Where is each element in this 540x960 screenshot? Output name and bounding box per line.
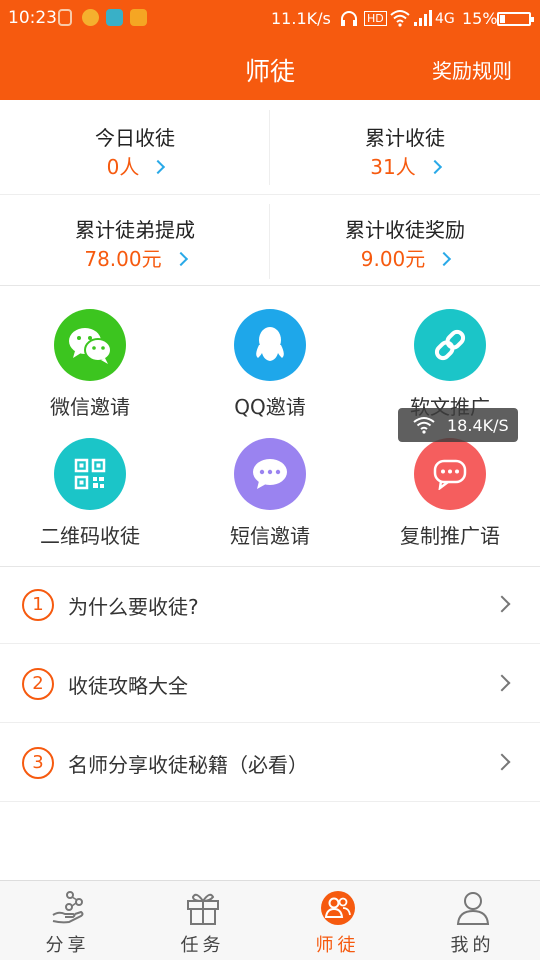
qq-invite-button[interactable]: QQ邀请 bbox=[180, 309, 360, 439]
stat-value: 78.00元 bbox=[84, 247, 162, 271]
sms-invite-button[interactable]: 短信邀请 bbox=[180, 438, 360, 568]
sms-icon bbox=[234, 438, 306, 510]
stat-label: 累计徒弟提成 bbox=[75, 218, 195, 242]
lock-notification-icon bbox=[58, 9, 72, 26]
headphones-icon bbox=[341, 11, 357, 26]
chevron-right-icon bbox=[493, 595, 511, 613]
chevron-right-icon bbox=[437, 251, 452, 267]
floating-speed-widget[interactable]: 18.4K/S bbox=[398, 408, 518, 442]
stat-today-apprentices[interactable]: 今日收徒 0人 bbox=[0, 100, 270, 192]
chat-icon bbox=[414, 438, 486, 510]
network-type: 4G bbox=[435, 11, 455, 27]
stat-total-apprentices[interactable]: 累计收徒 31人 bbox=[270, 100, 540, 192]
people-icon bbox=[321, 891, 355, 925]
grid-label: QQ邀请 bbox=[234, 395, 306, 419]
chevron-right-icon bbox=[493, 674, 511, 692]
tab-label: 我的 bbox=[450, 935, 495, 956]
tab-label: 分享 bbox=[45, 935, 90, 956]
reward-rules-link[interactable]: 奖励规则 bbox=[432, 55, 512, 84]
gift-icon bbox=[187, 893, 219, 925]
list-text: 为什么要收徒? bbox=[68, 595, 199, 619]
grid-label: 微信邀请 bbox=[50, 395, 130, 419]
grid-label: 二维码收徒 bbox=[40, 524, 140, 548]
tab-label: 任务 bbox=[180, 935, 225, 956]
share-hand-icon bbox=[52, 891, 84, 924]
stat-value: 0人 bbox=[106, 155, 140, 179]
app-notification-icon bbox=[82, 9, 99, 26]
tab-mentorship[interactable]: 师徒 bbox=[270, 881, 405, 960]
app-notification-icon-2 bbox=[130, 9, 147, 26]
speed-value: 18.4K/S bbox=[447, 416, 509, 435]
signal-icon bbox=[414, 10, 432, 26]
status-time: 10:23 bbox=[8, 8, 57, 28]
stat-label: 累计收徒 bbox=[365, 126, 445, 150]
stat-total-commission[interactable]: 累计徒弟提成 78.00元 bbox=[0, 192, 270, 284]
list-number: 1 bbox=[22, 589, 54, 621]
wechat-invite-button[interactable]: 微信邀请 bbox=[0, 309, 180, 439]
wifi-icon bbox=[413, 417, 435, 434]
qq-icon bbox=[234, 309, 306, 381]
copy-slogan-button[interactable]: 复制推广语 bbox=[360, 438, 540, 568]
list-item[interactable]: 2 收徒攻略大全 bbox=[0, 645, 540, 723]
battery-icon bbox=[497, 12, 534, 26]
bottom-tab-bar: 分享 任务 师徒 我的 bbox=[0, 880, 540, 960]
wechat-icon bbox=[54, 309, 126, 381]
grid-label: 短信邀请 bbox=[230, 524, 310, 548]
list-item[interactable]: 3 名师分享收徒秘籍（必看） bbox=[0, 724, 540, 802]
wifi-icon bbox=[390, 10, 410, 27]
grid-label: 复制推广语 bbox=[400, 524, 500, 548]
list-number: 3 bbox=[22, 747, 54, 779]
link-icon bbox=[414, 309, 486, 381]
divider bbox=[269, 110, 270, 185]
chevron-right-icon bbox=[427, 159, 442, 175]
chevron-right-icon bbox=[151, 159, 166, 175]
tab-tasks[interactable]: 任务 bbox=[135, 881, 270, 960]
list-item[interactable]: 1 为什么要收徒? bbox=[0, 566, 540, 644]
hd-badge: HD bbox=[364, 11, 387, 26]
tab-share[interactable]: 分享 bbox=[0, 881, 135, 960]
list-text: 名师分享收徒秘籍（必看） bbox=[68, 753, 308, 777]
list-text: 收徒攻略大全 bbox=[68, 674, 188, 698]
tab-label: 师徒 bbox=[315, 935, 360, 956]
stat-total-rewards[interactable]: 累计收徒奖励 9.00元 bbox=[270, 192, 540, 284]
user-icon bbox=[456, 892, 490, 925]
stat-label: 今日收徒 bbox=[95, 126, 175, 150]
status-bar: 10:23 11.1K/s HD 4G 15% bbox=[0, 0, 540, 38]
stat-value: 9.00元 bbox=[360, 247, 426, 271]
chevron-right-icon bbox=[493, 753, 511, 771]
network-speed: 11.1K/s bbox=[271, 9, 331, 28]
header: 师徒 奖励规则 bbox=[0, 38, 540, 100]
qrcode-invite-button[interactable]: 二维码收徒 bbox=[0, 438, 180, 568]
scan-notification-icon bbox=[106, 9, 123, 26]
tab-profile[interactable]: 我的 bbox=[405, 881, 540, 960]
qrcode-icon bbox=[54, 438, 126, 510]
stat-label: 累计收徒奖励 bbox=[345, 218, 465, 242]
stat-value: 31人 bbox=[370, 155, 416, 179]
battery-percent: 15% bbox=[462, 9, 498, 28]
stats-panel: 今日收徒 0人 累计收徒 31人 累计徒弟提成 78.00元 累计收徒奖励 9.… bbox=[0, 100, 540, 286]
chevron-right-icon bbox=[173, 251, 188, 267]
list-number: 2 bbox=[22, 668, 54, 700]
